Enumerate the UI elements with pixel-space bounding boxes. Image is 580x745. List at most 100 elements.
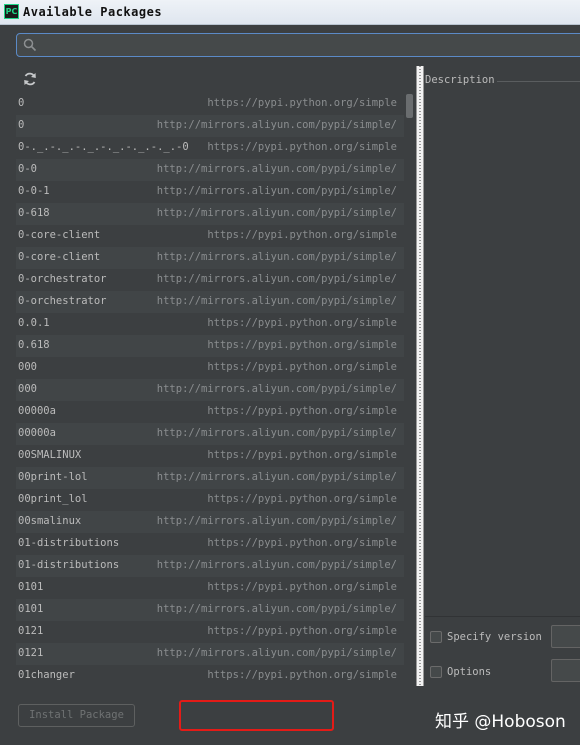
package-repository: https://pypi.python.org/simple: [207, 669, 397, 681]
package-row[interactable]: 00print_lol https://pypi.python.org/simpl…: [16, 489, 404, 511]
package-repository: https://pypi.python.org/simple: [207, 625, 397, 637]
package-name: 00print_lol: [18, 493, 88, 505]
package-repository: http://mirrors.aliyun.com/pypi/simple/: [156, 273, 397, 285]
package-repository: http://mirrors.aliyun.com/pypi/simple/: [156, 119, 397, 131]
package-repository: https://pypi.python.org/simple: [207, 141, 397, 153]
package-row[interactable]: 0121 http://mirrors.aliyun.com/pypi/simpl…: [16, 643, 404, 665]
package-repository: https://pypi.python.org/simple: [207, 317, 397, 329]
package-name: 00000a: [18, 405, 56, 417]
options-checkbox[interactable]: [430, 666, 442, 678]
details-panel: Description Specify version Options: [425, 66, 580, 687]
package-row[interactable]: 00000a https://pypi.python.org/simple: [16, 401, 404, 423]
package-row[interactable]: 00000a http://mirrors.aliyun.com/pypi/sim…: [16, 423, 404, 445]
package-row[interactable]: 000 https://pypi.python.org/simple: [16, 357, 404, 379]
package-name: 0-0-1: [18, 185, 50, 197]
package-name: 0.0.1: [18, 317, 50, 329]
specify-version-checkbox[interactable]: [430, 631, 442, 643]
package-row[interactable]: 0-orchestrator http://mirrors.aliyun.com/…: [16, 269, 404, 291]
packages-toolbar: [16, 66, 414, 92]
package-row[interactable]: 01-distributions https://pypi.python.org/…: [16, 533, 404, 555]
package-row[interactable]: 01changer https://pypi.python.org/simple: [16, 665, 404, 686]
package-name: 0-core-client: [18, 229, 101, 241]
package-row[interactable]: 0-618 http://mirrors.aliyun.com/pypi/simp…: [16, 203, 404, 225]
package-row[interactable]: 0-._.-._.-._.-._.-._.-._.-0 https://pypi.…: [16, 137, 404, 159]
package-row[interactable]: 0101 https://pypi.python.org/simple: [16, 577, 404, 599]
specify-version-label: Specify version: [447, 631, 542, 643]
package-repository: https://pypi.python.org/simple: [207, 537, 397, 549]
package-repository: http://mirrors.aliyun.com/pypi/simple/: [156, 295, 397, 307]
package-name: 0-orchestrator: [18, 295, 107, 307]
package-name: 0121: [18, 647, 44, 659]
version-select[interactable]: [551, 625, 580, 648]
search-icon[interactable]: [23, 38, 37, 52]
packages-scrollbar[interactable]: [405, 93, 414, 686]
package-name: 00000a: [18, 427, 56, 439]
package-name: 00print-lol: [18, 471, 88, 483]
package-repository: http://mirrors.aliyun.com/pypi/simple/: [156, 383, 397, 395]
package-row[interactable]: 00SMALINUX https://pypi.python.org/simple: [16, 445, 404, 467]
panel-splitter[interactable]: [416, 66, 424, 686]
options-label: Options: [447, 666, 492, 678]
package-name: 0101: [18, 603, 44, 615]
package-repository: https://pypi.python.org/simple: [207, 581, 397, 593]
package-repository: http://mirrors.aliyun.com/pypi/simple/: [156, 515, 397, 527]
package-repository: http://mirrors.aliyun.com/pypi/simple/: [156, 647, 397, 659]
package-name: 000: [18, 383, 37, 395]
package-row[interactable]: 0-core-client http://mirrors.aliyun.com/p…: [16, 247, 404, 269]
package-row[interactable]: 0.618 https://pypi.python.org/simple: [16, 335, 404, 357]
options-area: Specify version Options: [425, 616, 580, 687]
package-name: 0-._.-._.-._.-._.-._.-._.-0: [18, 141, 189, 153]
package-repository: http://mirrors.aliyun.com/pypi/simple/: [156, 471, 397, 483]
package-repository: https://pypi.python.org/simple: [207, 361, 397, 373]
package-row[interactable]: 0.0.1 https://pypi.python.org/simple: [16, 313, 404, 335]
package-row[interactable]: 0 http://mirrors.aliyun.com/pypi/simple/: [16, 115, 404, 137]
package-repository: http://mirrors.aliyun.com/pypi/simple/: [156, 251, 397, 263]
package-row[interactable]: 0121 https://pypi.python.org/simple: [16, 621, 404, 643]
package-row[interactable]: 0-orchestrator http://mirrors.aliyun.com/…: [16, 291, 404, 313]
package-row[interactable]: 01-distributions http://mirrors.aliyun.co…: [16, 555, 404, 577]
package-name: 00SMALINUX: [18, 449, 82, 461]
package-name: 0121: [18, 625, 44, 637]
package-row[interactable]: 000 http://mirrors.aliyun.com/pypi/simple…: [16, 379, 404, 401]
package-repository: http://mirrors.aliyun.com/pypi/simple/: [156, 207, 397, 219]
package-name: 0-orchestrator: [18, 273, 107, 285]
description-separator: [497, 81, 580, 82]
package-repository: https://pypi.python.org/simple: [207, 97, 397, 109]
pycharm-app-icon: PC: [4, 4, 19, 19]
package-row[interactable]: 0-0 http://mirrors.aliyun.com/pypi/simple…: [16, 159, 404, 181]
package-name: 0: [18, 119, 25, 131]
packages-list[interactable]: 0 https://pypi.python.org/simple 0 http://m…: [16, 93, 404, 686]
package-name: 0-core-client: [18, 251, 101, 263]
package-name: 0: [18, 97, 25, 109]
scrollbar-thumb[interactable]: [406, 94, 413, 118]
install-package-button[interactable]: Install Package: [18, 704, 135, 727]
package-row[interactable]: 0 https://pypi.python.org/simple: [16, 93, 404, 115]
window-title: Available Packages: [23, 5, 163, 19]
description-label: Description: [425, 74, 495, 86]
package-repository: https://pypi.python.org/simple: [207, 449, 397, 461]
package-name: 000: [18, 361, 37, 373]
package-repository: https://pypi.python.org/simple: [207, 339, 397, 351]
package-row[interactable]: 0-core-client https://pypi.python.org/sim…: [16, 225, 404, 247]
package-name: 0-618: [18, 207, 50, 219]
package-name: 01-distributions: [18, 559, 120, 571]
package-row[interactable]: 00smalinux http://mirrors.aliyun.com/pypi…: [16, 511, 404, 533]
package-row[interactable]: 00print-lol http://mirrors.aliyun.com/pyp…: [16, 467, 404, 489]
packages-panel: 0 https://pypi.python.org/simple 0 http://m…: [16, 66, 414, 686]
refresh-icon[interactable]: [22, 71, 38, 87]
package-repository: http://mirrors.aliyun.com/pypi/simple/: [156, 603, 397, 615]
options-input[interactable]: [551, 659, 580, 682]
search-input[interactable]: [16, 33, 580, 57]
package-row[interactable]: 0101 http://mirrors.aliyun.com/pypi/simpl…: [16, 599, 404, 621]
watermark: 知乎 @Hoboson: [435, 712, 566, 732]
package-repository: https://pypi.python.org/simple: [207, 229, 397, 241]
package-name: 01changer: [18, 669, 75, 681]
package-name: 0.618: [18, 339, 50, 351]
package-name: 0-0: [18, 163, 37, 175]
package-name: 0101: [18, 581, 44, 593]
highlight-annotation-box: [179, 700, 334, 731]
package-repository: http://mirrors.aliyun.com/pypi/simple/: [156, 559, 397, 571]
package-name: 01-distributions: [18, 537, 120, 549]
window-title-bar: PC Available Packages: [0, 0, 580, 25]
package-row[interactable]: 0-0-1 http://mirrors.aliyun.com/pypi/simp…: [16, 181, 404, 203]
